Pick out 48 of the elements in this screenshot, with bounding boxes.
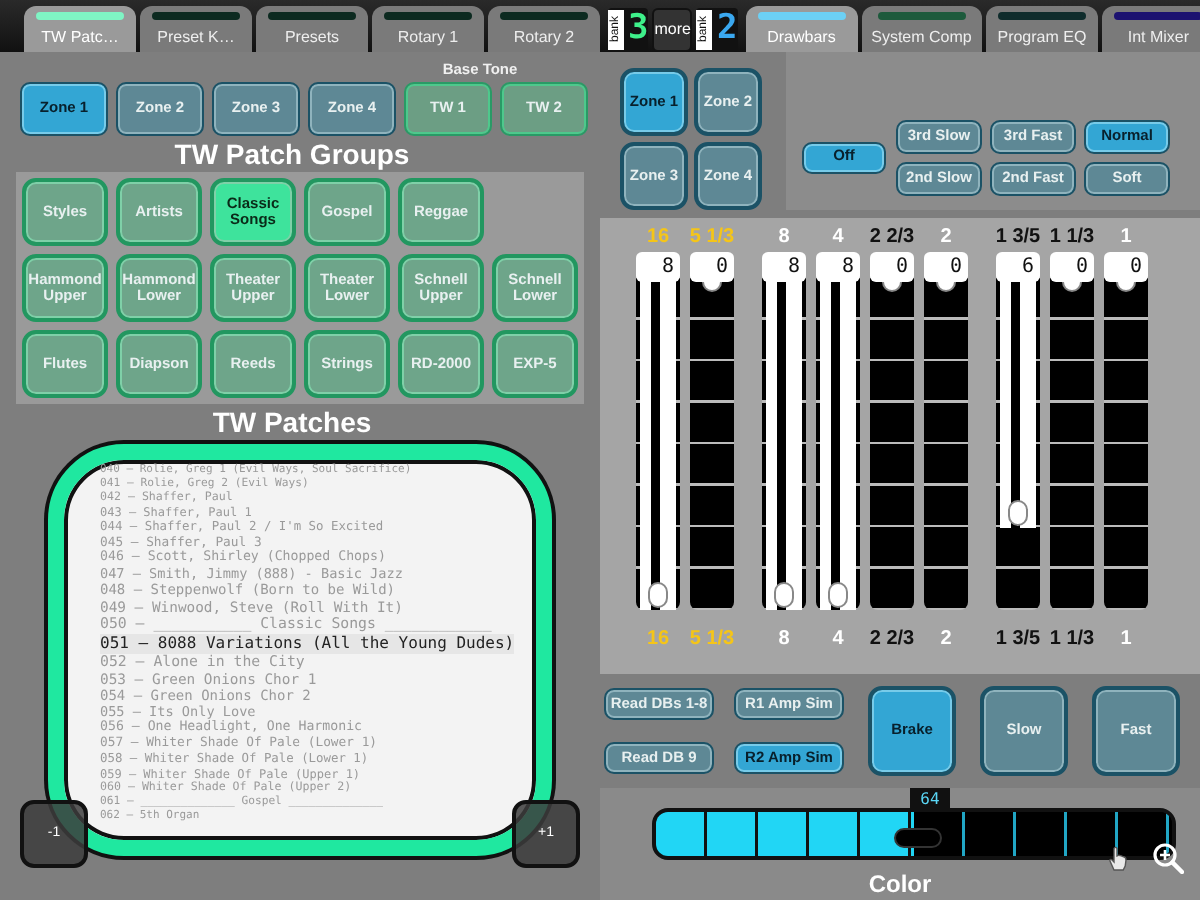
drawbar-label: 2 2/3	[869, 626, 915, 654]
drawbar-value: 0	[1050, 252, 1094, 282]
drawbar-label: 8	[778, 224, 790, 252]
tab[interactable]: Program EQ	[985, 6, 1099, 52]
tab[interactable]: Rotary 2	[488, 6, 600, 52]
drawbar-value: 0	[1104, 252, 1148, 282]
slider-thumb[interactable]	[894, 828, 942, 848]
tab[interactable]: Drawbars	[745, 6, 858, 52]
drawbar-label: 1 3/5	[995, 626, 1041, 654]
tab[interactable]: Rotary 1	[372, 6, 484, 52]
slider-label: Color	[866, 870, 934, 898]
drawbar-label: 2	[940, 224, 952, 252]
drawbar-value: 0	[870, 252, 914, 282]
section-title: TW Patch Groups	[172, 136, 412, 172]
drawbar-value: 6	[996, 252, 1040, 282]
tab[interactable]: Int Mixer	[1102, 6, 1200, 52]
drawbar-value: 8	[762, 252, 806, 282]
drawbar-label: 1 3/5	[995, 224, 1041, 252]
color-slider[interactable]	[652, 808, 1176, 860]
hand-pointer-icon	[1104, 844, 1132, 872]
drawbar-label: 4	[832, 626, 844, 654]
tab[interactable]: TW Patc…	[24, 6, 136, 52]
tab[interactable]: Preset K…	[140, 6, 252, 52]
drawbar-value: 0	[924, 252, 968, 282]
bank-number: 2	[714, 12, 738, 46]
drawbar-label: 5 1/3	[689, 626, 735, 654]
drawbar-label: 16	[646, 224, 670, 252]
drawbar-value: 8	[816, 252, 860, 282]
drawbar-label: 4	[832, 224, 844, 252]
drawbar-value: 8	[636, 252, 680, 282]
list-item[interactable]: 051 – 8088 Variations (All the Young Dudes)	[100, 633, 515, 654]
tab[interactable]: System Comp	[861, 6, 982, 52]
drawbar-label: 1 1/3	[1049, 224, 1095, 252]
drawbar-label: 8	[778, 626, 790, 654]
drawbar-label: 16	[646, 626, 670, 654]
tab[interactable]: Presets	[256, 6, 368, 52]
drawbar-label: 5 1/3	[689, 224, 735, 252]
slider-value: 64	[910, 788, 950, 810]
section-title: TW Patches	[210, 404, 374, 440]
drawbar-label: 2	[940, 626, 952, 654]
drawbar-label: 1 1/3	[1049, 626, 1095, 654]
more-button[interactable]: more	[652, 7, 693, 51]
drawbar-label: 1	[1120, 626, 1132, 654]
zoom-in-icon	[1152, 842, 1184, 874]
drawbar-label: 1	[1120, 224, 1132, 252]
drawbar-value: 0	[690, 252, 734, 282]
bank-number: 3	[626, 12, 649, 46]
drawbar-label: 2 2/3	[869, 224, 915, 252]
